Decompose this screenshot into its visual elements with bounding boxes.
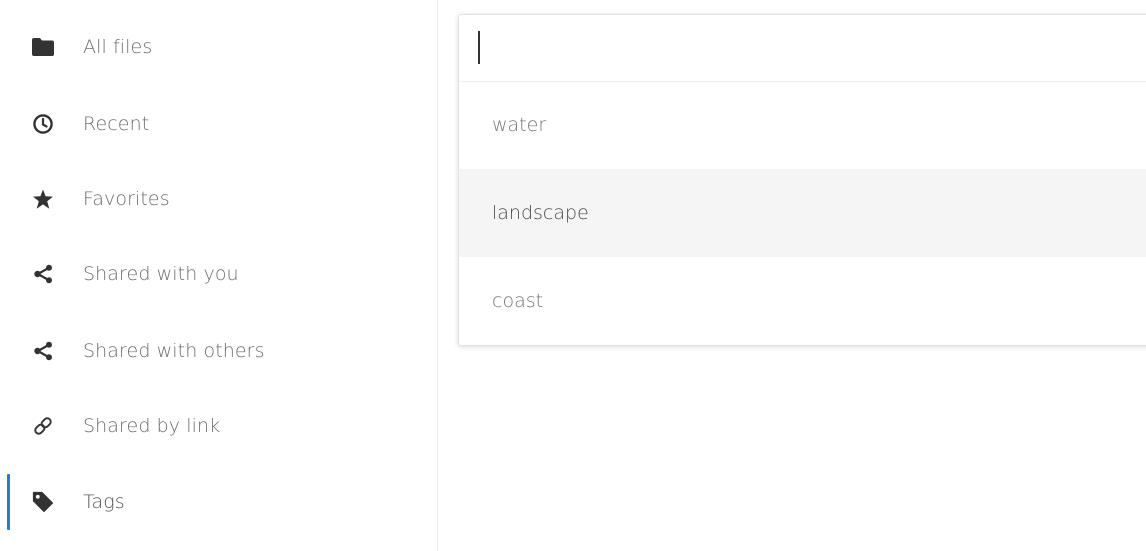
active-indicator (7, 474, 10, 530)
sidebar-item-shared-with-you[interactable]: Shared with you (0, 244, 437, 304)
sidebar-item-recent[interactable]: Recent (0, 94, 437, 154)
tag-option-label: landscape (492, 202, 589, 224)
tag-option-label: coast (492, 290, 544, 312)
clock-icon (31, 112, 55, 136)
share-icon (31, 262, 55, 286)
tag-search-dropdown: water landscape coast (458, 14, 1146, 346)
share-icon (31, 339, 55, 363)
tag-option[interactable]: coast (459, 257, 1146, 345)
sidebar-item-tags[interactable]: Tags (0, 472, 437, 532)
tag-option[interactable]: water (459, 81, 1146, 169)
sidebar-item-label: Shared with others (83, 340, 265, 362)
sidebar-item-label: Shared by link (83, 415, 221, 437)
tag-option-highlighted[interactable]: landscape (459, 169, 1146, 257)
sidebar-item-favorites[interactable]: Favorites (0, 169, 437, 229)
tag-option-label: water (492, 114, 547, 136)
sidebar-item-label: Favorites (83, 188, 170, 210)
text-caret (478, 31, 480, 64)
sidebar-item-shared-with-others[interactable]: Shared with others (0, 321, 437, 381)
sidebar-item-label: Recent (83, 113, 150, 135)
tag-search-field[interactable] (459, 15, 1146, 82)
sidebar-item-shared-by-link[interactable]: Shared by link (0, 396, 437, 456)
files-app: All files Recent Favorites Shared with y… (0, 0, 1146, 551)
sidebar-item-label: Tags (83, 491, 125, 513)
sidebar-item-all-files[interactable]: All files (0, 17, 437, 77)
main-content: water landscape coast (439, 0, 1146, 551)
link-icon (31, 414, 55, 438)
star-icon (31, 187, 55, 211)
folder-icon (31, 35, 55, 59)
tag-search-input[interactable] (473, 29, 1141, 67)
sidebar-item-label: Shared with you (83, 263, 239, 285)
sidebar-item-label: All files (83, 36, 153, 58)
sidebar-navigation: All files Recent Favorites Shared with y… (0, 0, 438, 551)
tag-icon (31, 490, 55, 514)
